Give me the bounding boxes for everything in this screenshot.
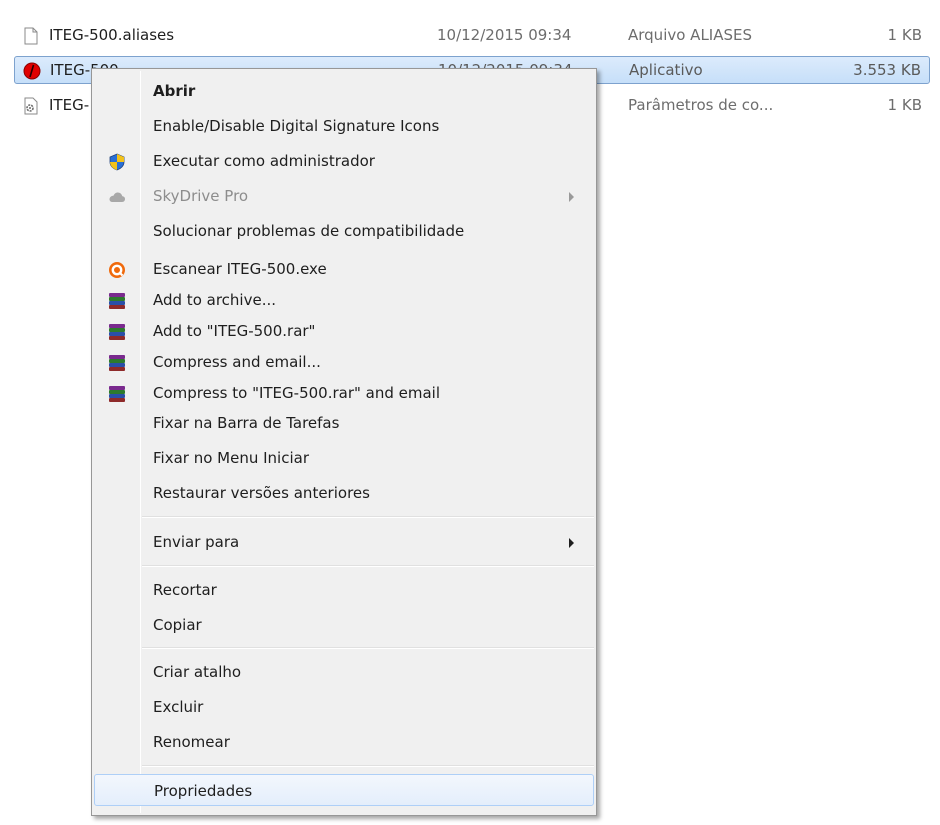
menu-item-digital-signature[interactable]: Enable/Disable Digital Signature Icons [94, 110, 594, 142]
antivirus-icon [108, 261, 126, 279]
file-name: ITEG- [49, 96, 90, 114]
menu-item-delete[interactable]: Excluir [94, 691, 594, 723]
menu-item-add-archive[interactable]: Add to archive... [94, 284, 594, 316]
app-red-icon [23, 62, 41, 80]
menu-item-copy[interactable]: Copiar [94, 609, 594, 641]
menu-item-label: SkyDrive Pro [153, 187, 249, 205]
menu-item-properties[interactable]: Propriedades [94, 774, 594, 806]
submenu-arrow-icon [569, 192, 574, 202]
menu-item-label: Abrir [153, 82, 196, 100]
file-row-aliases[interactable]: ITEG-500.aliases 10/12/2015 09:34 Arquiv… [14, 22, 930, 50]
menu-item-open[interactable]: Abrir [94, 75, 594, 107]
menu-item-label: Escanear ITEG-500.exe [153, 260, 327, 278]
menu-separator [142, 565, 594, 567]
menu-item-label: Fixar na Barra de Tarefas [153, 414, 340, 432]
menu-item-troubleshoot[interactable]: Solucionar problemas de compatibilidade [94, 215, 594, 247]
menu-item-label: Propriedades [154, 782, 253, 800]
menu-item-label: Compress and email... [153, 353, 321, 371]
menu-item-compress-email[interactable]: Compress and email... [94, 346, 594, 378]
file-name: ITEG-500.aliases [49, 26, 175, 44]
menu-item-label: Restaurar versões anteriores [153, 484, 370, 502]
file-size: 1 KB [887, 26, 922, 44]
menu-item-label: Recortar [153, 581, 217, 599]
file-size: 3.553 KB [853, 61, 921, 79]
winrar-icon [108, 292, 126, 310]
file-date: 10/12/2015 09:34 [437, 26, 572, 44]
menu-item-add-rar[interactable]: Add to "ITEG-500.rar" [94, 315, 594, 347]
submenu-arrow-icon [569, 538, 574, 548]
uac-shield-icon [108, 153, 126, 171]
menu-item-create-shortcut[interactable]: Criar atalho [94, 656, 594, 688]
menu-item-compress-rar-email[interactable]: Compress to "ITEG-500.rar" and email [94, 377, 594, 409]
menu-separator [142, 765, 594, 767]
menu-item-run-as-admin[interactable]: Executar como administrador [94, 145, 594, 177]
menu-item-label: Add to archive... [153, 291, 276, 309]
file-type: Aplicativo [629, 61, 703, 79]
menu-item-label: Executar como administrador [153, 152, 375, 170]
winrar-icon [108, 354, 126, 372]
menu-item-label: Compress to "ITEG-500.rar" and email [153, 384, 441, 402]
file-type: Parâmetros de co... [628, 96, 774, 114]
menu-item-label: Criar atalho [153, 663, 242, 681]
menu-item-restore-versions[interactable]: Restaurar versões anteriores [94, 477, 594, 509]
menu-item-label: Excluir [153, 698, 204, 716]
menu-item-pin-taskbar[interactable]: Fixar na Barra de Tarefas [94, 407, 594, 439]
menu-item-send-to[interactable]: Enviar para [94, 526, 594, 558]
menu-item-skydrive[interactable]: SkyDrive Pro [94, 180, 594, 212]
cloud-icon [108, 188, 126, 206]
context-menu: Abrir Enable/Disable Digital Signature I… [91, 68, 597, 816]
menu-item-cut[interactable]: Recortar [94, 574, 594, 606]
menu-item-scan[interactable]: Escanear ITEG-500.exe [94, 253, 594, 285]
config-file-icon [22, 97, 40, 115]
file-type: Arquivo ALIASES [628, 26, 753, 44]
menu-item-pin-start[interactable]: Fixar no Menu Iniciar [94, 442, 594, 474]
menu-item-label: Add to "ITEG-500.rar" [153, 322, 316, 340]
menu-separator [142, 647, 594, 649]
winrar-icon [108, 385, 126, 403]
winrar-icon [108, 323, 126, 341]
menu-item-label: Enviar para [153, 533, 240, 551]
file-size: 1 KB [887, 96, 922, 114]
menu-item-label: Solucionar problemas de compatibilidade [153, 222, 465, 240]
menu-item-label: Renomear [153, 733, 230, 751]
menu-item-label: Fixar no Menu Iniciar [153, 449, 309, 467]
document-icon [22, 27, 40, 45]
menu-item-rename[interactable]: Renomear [94, 726, 594, 758]
menu-separator [142, 516, 594, 518]
menu-item-label: Enable/Disable Digital Signature Icons [153, 117, 440, 135]
menu-item-label: Copiar [153, 616, 202, 634]
